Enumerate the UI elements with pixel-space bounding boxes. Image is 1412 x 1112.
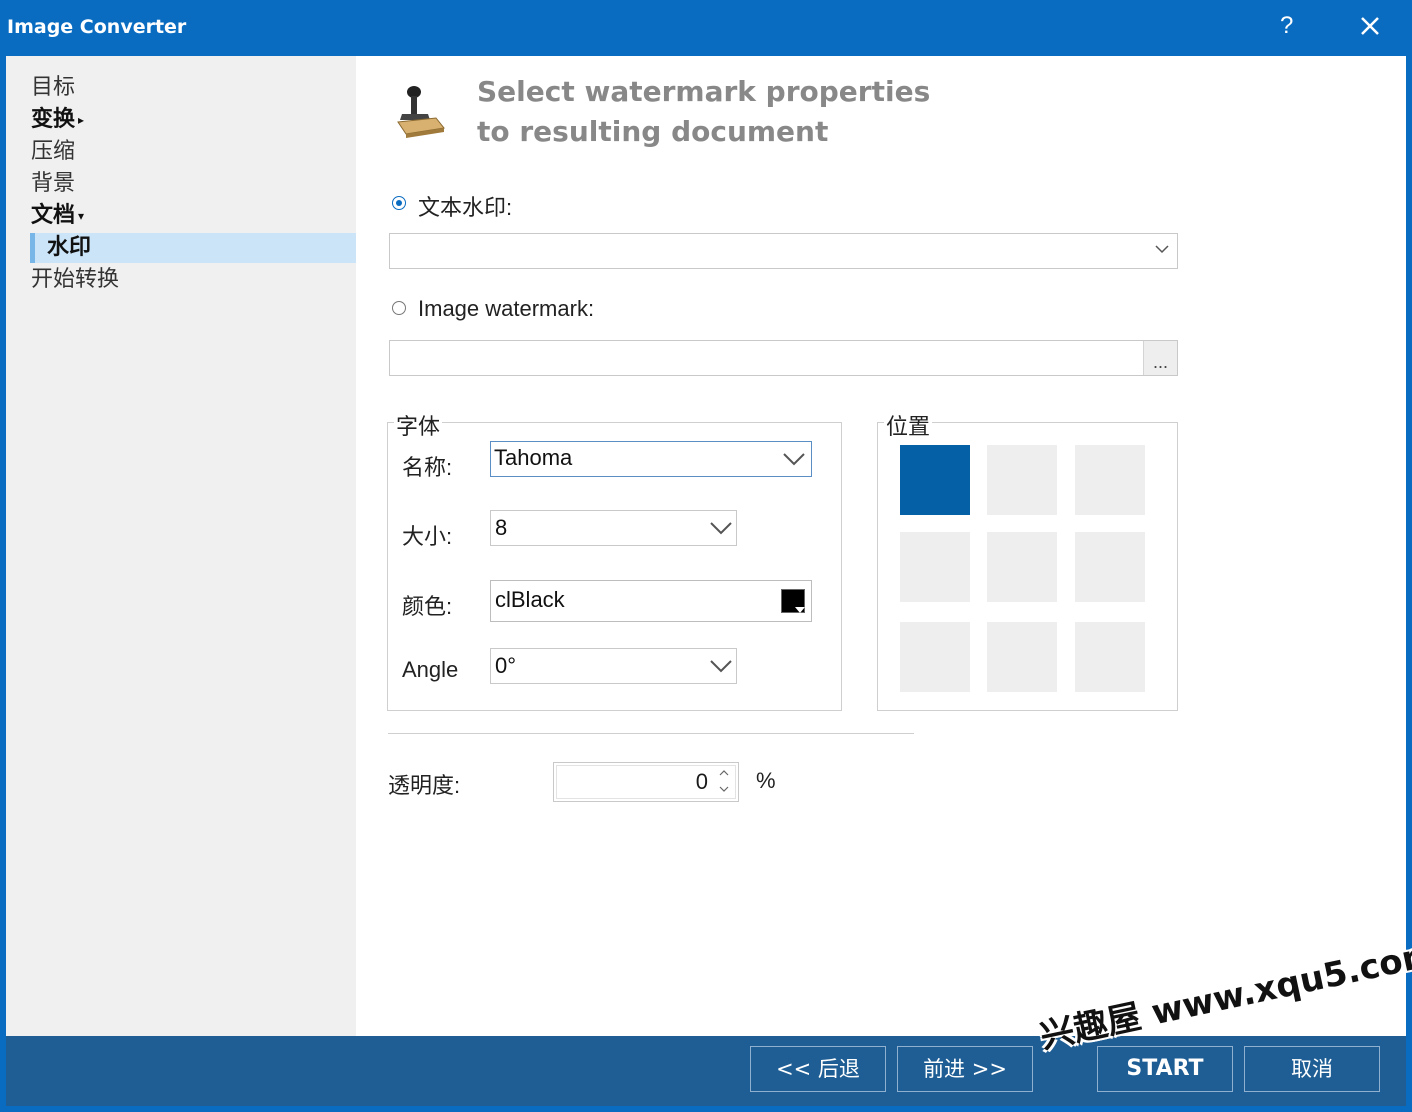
nav-item-background[interactable]: 背景 bbox=[31, 169, 75, 199]
position-cell-middle-right[interactable] bbox=[1075, 532, 1145, 602]
dialog-body: 目标 变换 ▸ 压缩 背景 文档 ▾ 水印 开始转换 Select watermar… bbox=[6, 56, 1406, 1036]
spinner-arrows-icon[interactable] bbox=[718, 767, 730, 795]
transparency-spinner[interactable]: 0 bbox=[553, 762, 739, 802]
transparency-unit: % bbox=[756, 768, 776, 793]
help-button[interactable]: ? bbox=[1280, 12, 1293, 40]
back-button[interactable]: << 后退 bbox=[750, 1046, 886, 1092]
image-watermark-path[interactable]: ... bbox=[389, 340, 1178, 376]
position-cell-top-right[interactable] bbox=[1075, 445, 1145, 515]
nav-item-target[interactable]: 目标 bbox=[31, 73, 75, 103]
text-watermark-radio[interactable] bbox=[392, 196, 406, 210]
nav-item-document[interactable]: 文档 ▾ bbox=[31, 201, 84, 231]
text-watermark-combo[interactable] bbox=[389, 233, 1178, 269]
chevron-down-icon bbox=[1155, 245, 1169, 254]
next-button[interactable]: 前进 >> bbox=[897, 1046, 1033, 1092]
position-cell-top-center[interactable] bbox=[987, 445, 1057, 515]
page-title: Select watermark properties to resulting… bbox=[477, 75, 931, 148]
close-icon[interactable] bbox=[1356, 10, 1384, 42]
transparency-label: 透明度: bbox=[388, 773, 461, 798]
position-group: 位置 bbox=[877, 409, 1178, 711]
window-title: Image Converter bbox=[7, 16, 187, 38]
caret-right-icon: ▸ bbox=[78, 113, 85, 127]
font-color-picker[interactable]: clBlack bbox=[490, 580, 812, 622]
image-watermark-label: Image watermark: bbox=[418, 296, 595, 321]
font-group: 字体 名称: Tahoma 大小: 8 颜色: clBlack Angle 0° bbox=[387, 409, 842, 711]
position-cell-bottom-center[interactable] bbox=[987, 622, 1057, 692]
text-watermark-label: 文本水印: bbox=[418, 195, 513, 220]
wizard-footer: << 后退 前进 >> START 取消 bbox=[6, 1036, 1406, 1106]
font-size-combo[interactable]: 8 bbox=[490, 510, 737, 546]
title-bar: Image Converter ? bbox=[0, 0, 1412, 56]
separator bbox=[388, 733, 914, 734]
position-group-legend: 位置 bbox=[884, 409, 933, 441]
chevron-down-icon bbox=[710, 522, 732, 535]
font-group-legend: 字体 bbox=[394, 409, 443, 441]
image-watermark-radio[interactable] bbox=[392, 301, 406, 315]
app-window: Image Converter ? 目标 变换 ▸ 压缩 背景 文档 ▾ 水印 开始… bbox=[0, 0, 1412, 1112]
cancel-button[interactable]: 取消 bbox=[1244, 1046, 1380, 1092]
position-cell-middle-left[interactable] bbox=[900, 532, 970, 602]
position-cell-middle-center[interactable] bbox=[987, 532, 1057, 602]
angle-combo[interactable]: 0° bbox=[490, 648, 737, 684]
font-name-combo[interactable]: Tahoma bbox=[490, 441, 812, 477]
watermark-panel: Select watermark properties to resulting… bbox=[356, 56, 1406, 1036]
nav-item-start-convert[interactable]: 开始转换 bbox=[31, 265, 119, 295]
nav-item-compress[interactable]: 压缩 bbox=[31, 137, 75, 167]
position-cell-bottom-left[interactable] bbox=[900, 622, 970, 692]
chevron-down-icon bbox=[783, 453, 805, 466]
browse-button[interactable]: ... bbox=[1143, 341, 1177, 375]
font-name-label: 名称: bbox=[402, 455, 453, 480]
caret-down-icon: ▾ bbox=[78, 209, 85, 223]
position-cell-bottom-right[interactable] bbox=[1075, 622, 1145, 692]
nav-item-transform[interactable]: 变换 ▸ bbox=[31, 105, 84, 135]
position-cell-top-left[interactable] bbox=[900, 445, 970, 515]
nav-item-watermark[interactable]: 水印 bbox=[30, 233, 356, 263]
stamp-icon bbox=[397, 86, 445, 138]
dropdown-arrow-icon bbox=[795, 607, 805, 613]
font-color-label: 颜色: bbox=[402, 594, 453, 619]
angle-label: Angle bbox=[402, 657, 459, 682]
wizard-nav: 目标 变换 ▸ 压缩 背景 文档 ▾ 水印 开始转换 bbox=[6, 56, 356, 1036]
font-size-label: 大小: bbox=[402, 524, 453, 549]
color-swatch bbox=[781, 589, 805, 613]
chevron-down-icon bbox=[710, 660, 732, 673]
